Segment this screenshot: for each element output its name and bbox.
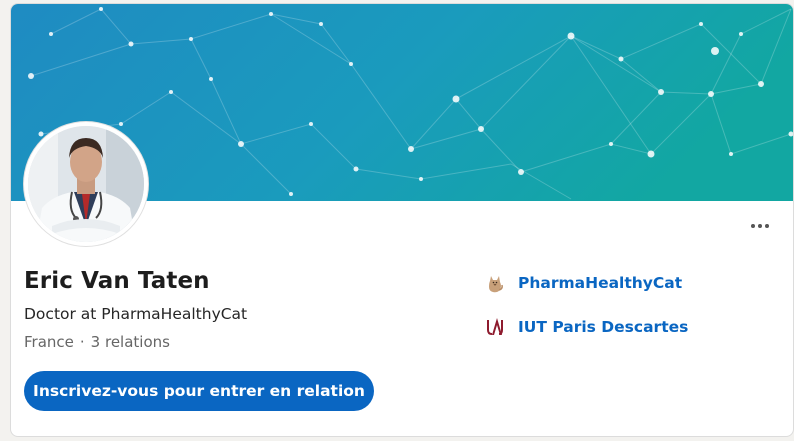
affiliation-label: IUT Paris Descartes bbox=[518, 318, 689, 336]
profile-meta: France · 3 relations bbox=[24, 333, 170, 351]
affiliations-list: PharmaHealthyCat IUT Paris Descartes bbox=[484, 270, 688, 358]
connect-signup-button[interactable]: Inscrivez-vous pour entrer en relation bbox=[24, 371, 374, 411]
cat-logo-icon bbox=[484, 272, 506, 294]
affiliation-label: PharmaHealthyCat bbox=[518, 274, 683, 292]
more-dot bbox=[758, 224, 762, 228]
profile-location: France bbox=[24, 333, 74, 351]
profile-avatar[interactable] bbox=[24, 122, 148, 246]
more-options-button[interactable] bbox=[745, 212, 775, 240]
profile-relations: 3 relations bbox=[90, 333, 170, 351]
affiliation-iut-paris-descartes[interactable]: IUT Paris Descartes bbox=[484, 314, 688, 340]
more-dot bbox=[765, 224, 769, 228]
profile-name: Eric Van Taten bbox=[24, 268, 210, 294]
university-logo-icon bbox=[484, 316, 506, 338]
more-dot bbox=[751, 224, 755, 228]
affiliation-pharmahealthycat[interactable]: PharmaHealthyCat bbox=[484, 270, 688, 296]
meta-separator: · bbox=[79, 333, 85, 351]
profile-headline: Doctor at PharmaHealthyCat bbox=[24, 305, 248, 323]
